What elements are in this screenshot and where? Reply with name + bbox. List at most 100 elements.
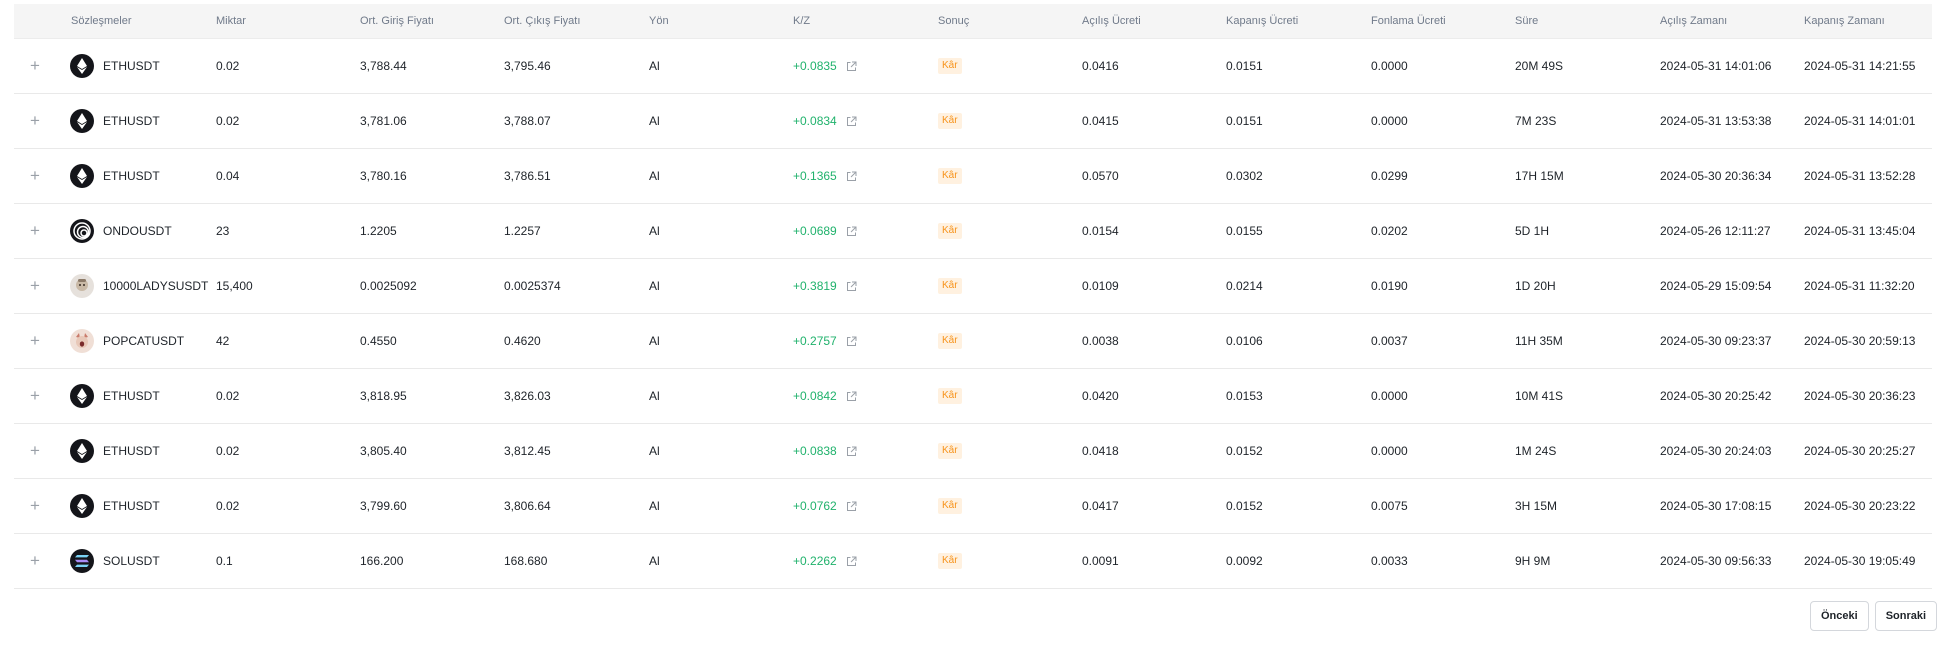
- duration-cell: 9H 9M: [1515, 554, 1551, 568]
- table-row: + ETHUSDT 0.02 3,788.44 3,795.46 Al +0.0835 Kâr…: [14, 39, 1932, 94]
- eth-icon: [70, 109, 94, 133]
- expand-row-button[interactable]: +: [28, 276, 42, 296]
- external-link-icon[interactable]: [846, 171, 857, 182]
- entry-price-cell: 0.4550: [360, 334, 397, 348]
- table-row: + ETHUSDT 0.02 3,818.95 3,826.03 Al +0.0842 Kâr…: [14, 369, 1932, 424]
- expand-row-button[interactable]: +: [28, 111, 42, 131]
- amount-cell: 0.02: [216, 444, 240, 458]
- amount-cell: 42: [216, 334, 230, 348]
- exit-price-cell: 3,788.07: [504, 114, 551, 128]
- external-link-icon[interactable]: [846, 281, 857, 292]
- table-row: +10000LADYSUSDT 15,400 0.0025092 0.0025374 A…: [14, 259, 1932, 314]
- open-time-cell: 2024-05-30 20:24:03: [1660, 444, 1772, 458]
- pnl-cell: +0.0689: [793, 204, 857, 258]
- header-close-time: Kapanış Zamanı: [1804, 15, 1885, 27]
- contract-symbol: POPCATUSDT: [103, 334, 185, 348]
- funding-fee-cell: 0.0037: [1371, 334, 1408, 348]
- external-link-icon[interactable]: [846, 391, 857, 402]
- open-time-cell: 2024-05-30 09:56:33: [1660, 554, 1772, 568]
- close-time-cell: 2024-05-31 14:01:01: [1804, 114, 1916, 128]
- external-link-icon[interactable]: [846, 446, 857, 457]
- next-page-button[interactable]: Sonraki: [1874, 601, 1938, 631]
- contract-symbol: ETHUSDT: [103, 59, 160, 73]
- external-link-icon[interactable]: [846, 556, 857, 567]
- entry-price-cell: 3,781.06: [360, 114, 407, 128]
- close-fee-cell: 0.0214: [1226, 279, 1263, 293]
- pnl-cell: +0.0762: [793, 479, 857, 533]
- side-cell: Al: [649, 389, 660, 403]
- sol-icon: [70, 549, 94, 573]
- result-cell: Kâr: [938, 369, 962, 423]
- pnl-value: +0.2757: [793, 334, 837, 348]
- table-row: + ONDOUSDT 23 1.2205 1.2257 Al +0.0689 Kâr 0.015…: [14, 204, 1932, 259]
- expand-row-button[interactable]: +: [28, 166, 42, 186]
- amount-cell: 0.1: [216, 554, 233, 568]
- external-link-icon[interactable]: [846, 61, 857, 72]
- close-fee-cell: 0.0106: [1226, 334, 1263, 348]
- result-cell: Kâr: [938, 314, 962, 368]
- contract-cell: POPCATUSDT: [70, 314, 184, 368]
- pnl-value: +0.1365: [793, 169, 837, 183]
- pnl-value: +0.0689: [793, 224, 837, 238]
- entry-price-cell: 3,805.40: [360, 444, 407, 458]
- expand-row-button[interactable]: +: [28, 221, 42, 241]
- eth-icon: [70, 164, 94, 188]
- eth-icon: [70, 439, 94, 463]
- expand-row-button[interactable]: +: [28, 386, 42, 406]
- exit-price-cell: 1.2257: [504, 224, 541, 238]
- expand-row-button[interactable]: +: [28, 441, 42, 461]
- close-time-cell: 2024-05-31 13:52:28: [1804, 169, 1916, 183]
- table-header: Sözleşmeler Miktar Ort. Giriş Fiyatı Ort…: [14, 4, 1932, 39]
- open-fee-cell: 0.0109: [1082, 279, 1119, 293]
- amount-cell: 23: [216, 224, 230, 238]
- contract-symbol: ETHUSDT: [103, 169, 160, 183]
- header-duration: Süre: [1515, 15, 1539, 27]
- lady-icon: [70, 274, 94, 298]
- side-cell: Al: [649, 334, 660, 348]
- close-fee-cell: 0.0092: [1226, 554, 1263, 568]
- previous-page-button[interactable]: Önceki: [1810, 601, 1869, 631]
- contract-symbol: ETHUSDT: [103, 499, 160, 513]
- header-contract: Sözleşmeler: [71, 15, 132, 27]
- open-time-cell: 2024-05-30 20:36:34: [1660, 169, 1772, 183]
- external-link-icon[interactable]: [846, 116, 857, 127]
- eth-icon: [70, 384, 94, 408]
- expand-row-button[interactable]: +: [28, 56, 42, 76]
- header-entry-price: Ort. Giriş Fiyatı: [360, 15, 434, 27]
- external-link-icon[interactable]: [846, 501, 857, 512]
- funding-fee-cell: 0.0299: [1371, 169, 1408, 183]
- pnl-cell: +0.1365: [793, 149, 857, 203]
- open-fee-cell: 0.0154: [1082, 224, 1119, 238]
- contract-cell: ONDOUSDT: [70, 204, 172, 258]
- side-cell: Al: [649, 59, 660, 73]
- expand-row-button[interactable]: +: [28, 496, 42, 516]
- duration-cell: 17H 15M: [1515, 169, 1564, 183]
- expand-row-button[interactable]: +: [28, 331, 42, 351]
- exit-price-cell: 3,826.03: [504, 389, 551, 403]
- external-link-icon[interactable]: [846, 226, 857, 237]
- expand-row-button[interactable]: +: [28, 551, 42, 571]
- entry-price-cell: 3,818.95: [360, 389, 407, 403]
- table-row: + ETHUSDT 0.04 3,780.16 3,786.51 Al +0.1365 Kâr…: [14, 149, 1932, 204]
- header-amount: Miktar: [216, 15, 246, 27]
- open-time-cell: 2024-05-26 12:11:27: [1660, 224, 1771, 238]
- result-cell: Kâr: [938, 94, 962, 148]
- external-link-icon[interactable]: [846, 336, 857, 347]
- exit-price-cell: 0.4620: [504, 334, 541, 348]
- entry-price-cell: 166.200: [360, 554, 404, 568]
- open-fee-cell: 0.0570: [1082, 169, 1119, 183]
- table-body: + ETHUSDT 0.02 3,788.44 3,795.46 Al +0.0835 Kâr…: [14, 39, 1932, 589]
- exit-price-cell: 3,786.51: [504, 169, 551, 183]
- status-badge: Kâr: [938, 113, 962, 129]
- pnl-cell: +0.2262: [793, 534, 857, 588]
- pnl-cell: +0.0838: [793, 424, 857, 478]
- status-badge: Kâr: [938, 443, 962, 459]
- contract-cell: ETHUSDT: [70, 39, 160, 93]
- amount-cell: 0.02: [216, 114, 240, 128]
- amount-cell: 0.02: [216, 499, 240, 513]
- result-cell: Kâr: [938, 479, 962, 533]
- duration-cell: 20M 49S: [1515, 59, 1564, 73]
- side-cell: Al: [649, 224, 660, 238]
- close-time-cell: 2024-05-31 11:32:20: [1804, 279, 1915, 293]
- duration-cell: 10M 41S: [1515, 389, 1564, 403]
